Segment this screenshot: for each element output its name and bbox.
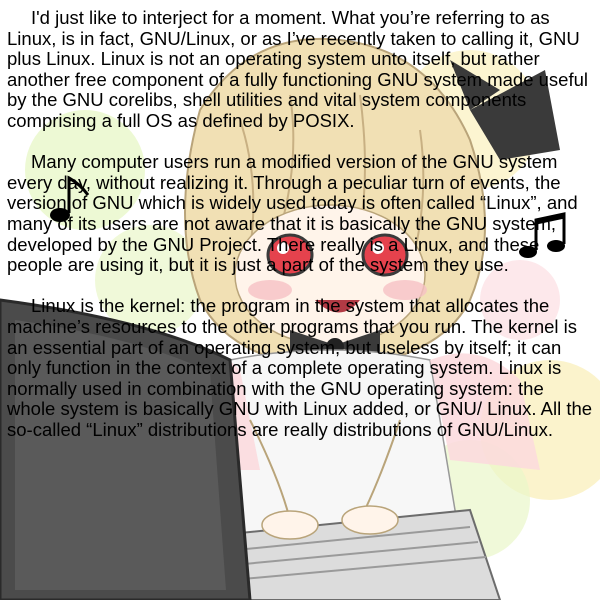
interjection-copypasta: I'd just like to interject for a moment.… [7, 7, 597, 440]
paragraph-1: I'd just like to interject for a moment.… [7, 7, 588, 131]
meme-image: I'd just like to interject for a moment.… [0, 0, 600, 600]
paragraph-2: Many computer users run a modified versi… [7, 151, 578, 276]
paragraph-3: Linux is the kernel: the program in the … [7, 295, 593, 440]
